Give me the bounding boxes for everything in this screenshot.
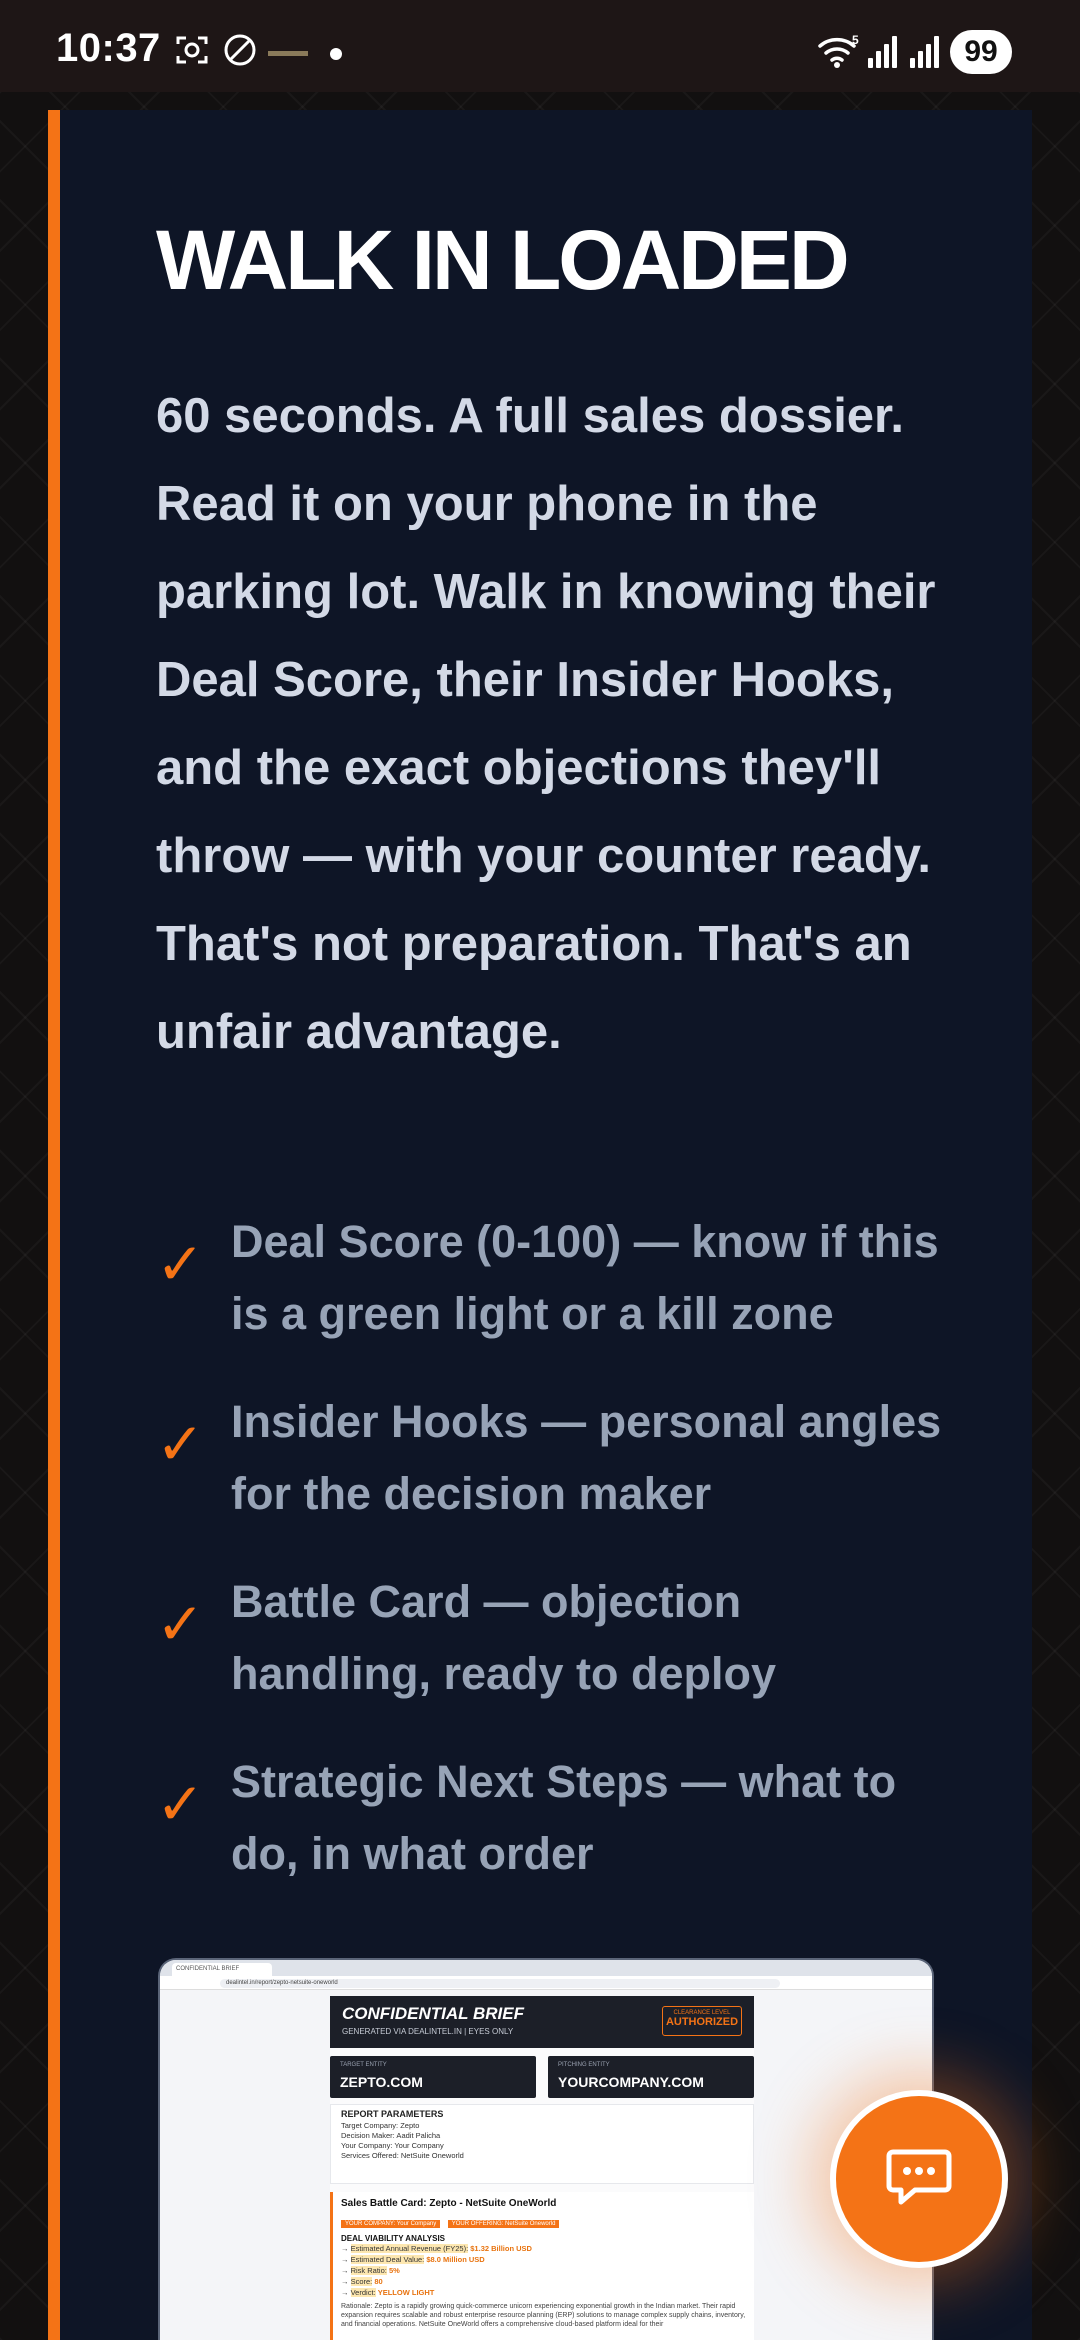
deal-label: Estimated Deal Value:: [350, 2255, 425, 2264]
deal-value: $8.0 Million USD: [426, 2255, 485, 2264]
brief-title: CONFIDENTIAL BRIEF: [342, 2004, 524, 2023]
preview-url-bar: dealintel.in/report/zepto-netsuite-onewo…: [160, 1976, 932, 1990]
report-parameters: REPORT PARAMETERS Target Company: Zepto …: [330, 2104, 754, 2184]
score-label: Score:: [350, 2277, 373, 2286]
do-not-disturb-icon: [222, 32, 258, 73]
chat-button[interactable]: [830, 2090, 1008, 2268]
param-line: Decision Maker: Aadit Palicha: [341, 2131, 441, 2140]
verdict-label: Verdict:: [350, 2288, 376, 2297]
screenshot-icon: [174, 32, 210, 73]
report-preview-image: CONFIDENTIAL BRIEF dealintel.in/report/z…: [158, 1958, 934, 2340]
feature-text: Strategic Next Steps — what to do, in wh…: [231, 1756, 897, 1879]
score-value: 80: [374, 2277, 383, 2286]
battery-indicator: 99: [950, 30, 1012, 74]
feature-text: Deal Score (0-100) — know if this is a g…: [231, 1216, 939, 1339]
chat-icon: [885, 2146, 953, 2213]
params-heading: REPORT PARAMETERS: [341, 2109, 444, 2119]
verdict-value: YELLOW LIGHT: [377, 2288, 435, 2297]
feature-list: ✓ Deal Score (0-100) — know if this is a…: [156, 1206, 956, 1926]
revenue-value: $1.32 Billion USD: [470, 2244, 532, 2253]
signal-icon: [866, 34, 900, 75]
check-icon: ✓: [156, 1592, 205, 1657]
check-icon: ✓: [156, 1232, 205, 1297]
preview-content: CONFIDENTIAL BRIEF GENERATED VIA DEALINT…: [330, 1996, 754, 2340]
brief-header: CONFIDENTIAL BRIEF GENERATED VIA DEALINT…: [330, 1996, 754, 2048]
pitching-entity: PITCHING ENTITY YOURCOMPANY.COM: [548, 2056, 754, 2098]
check-icon: ✓: [156, 1412, 205, 1477]
target-value: ZEPTO.COM: [340, 2074, 423, 2090]
feature-item-next-steps: ✓ Strategic Next Steps — what to do, in …: [156, 1746, 956, 1926]
feature-text: Insider Hooks — personal angles for the …: [231, 1396, 942, 1519]
feature-item-insider-hooks: ✓ Insider Hooks — personal angles for th…: [156, 1386, 956, 1566]
battle-title: Sales Battle Card: Zepto - NetSuite OneW…: [341, 2198, 557, 2209]
wifi-icon: 5: [816, 30, 862, 75]
risk-label: Risk Ratio:: [350, 2266, 387, 2275]
clearance-badge: CLEARANCE LEVEL AUTHORIZED: [662, 2006, 742, 2036]
target-label: TARGET ENTITY: [340, 2062, 387, 2068]
revenue-line: → Estimated Annual Revenue (FY25): $1.32…: [341, 2244, 532, 2253]
app-notification-icon: [268, 46, 308, 64]
verdict-line: → Verdict: YELLOW LIGHT: [341, 2288, 435, 2297]
risk-line: → Risk Ratio: 5%: [341, 2266, 400, 2275]
feature-item-battle-card: ✓ Battle Card — objection handling, read…: [156, 1566, 956, 1746]
feature-text: Battle Card — objection handling, ready …: [231, 1576, 777, 1699]
preview-tab: CONFIDENTIAL BRIEF: [172, 1963, 272, 1976]
pitching-label: PITCHING ENTITY: [558, 2062, 610, 2068]
deal-value-line: → Estimated Deal Value: $8.0 Million USD: [341, 2255, 485, 2264]
feature-item-deal-score: ✓ Deal Score (0-100) — know if this is a…: [156, 1206, 956, 1386]
tag-company: YOUR COMPANY: Your Company: [341, 2220, 441, 2228]
score-line: → Score: 80: [341, 2277, 383, 2286]
svg-text:5: 5: [852, 33, 859, 47]
status-bar: 10:37 5 99: [0, 0, 1080, 92]
page-title: WALK IN LOADED: [156, 213, 850, 307]
param-line: Target Company: Zepto: [341, 2121, 420, 2130]
battle-card-preview: Sales Battle Card: Zepto - NetSuite OneW…: [330, 2192, 754, 2340]
preview-url: dealintel.in/report/zepto-netsuite-onewo…: [220, 1979, 780, 1988]
viability-heading: DEAL VIABILITY ANALYSIS: [341, 2234, 446, 2243]
preview-tab-bar: CONFIDENTIAL BRIEF: [160, 1960, 932, 1976]
check-icon: ✓: [156, 1772, 205, 1837]
target-entity: TARGET ENTITY ZEPTO.COM: [330, 2056, 536, 2098]
clearance-value: AUTHORIZED: [665, 2016, 739, 2028]
revenue-label: Estimated Annual Revenue (FY25):: [350, 2244, 469, 2253]
brief-subtitle: GENERATED VIA DEALINTEL.IN | EYES ONLY: [342, 2027, 514, 2036]
tag-offering: YOUR OFFERING: NetSuite Oneworld: [447, 2220, 560, 2228]
notification-dot: [330, 48, 342, 60]
pitching-value: YOURCOMPANY.COM: [558, 2074, 704, 2090]
signal-icon-2: [908, 34, 942, 75]
battle-tags: YOUR COMPANY: Your Company YOUR OFFERING…: [341, 2212, 746, 2228]
param-line: Services Offered: NetSuite Oneworld: [341, 2151, 464, 2160]
param-line: Your Company: Your Company: [341, 2141, 444, 2150]
hero-description: 60 seconds. A full sales dossier. Read i…: [156, 389, 936, 1059]
status-time: 10:37: [56, 26, 161, 70]
risk-value: 5%: [388, 2266, 400, 2275]
rationale-text: Rationale: Zepto is a rapidly growing qu…: [341, 2303, 746, 2328]
